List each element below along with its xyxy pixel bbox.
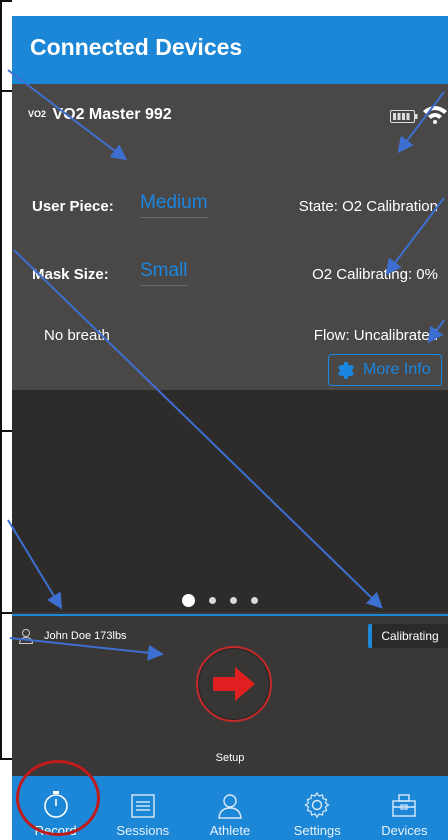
tab-devices[interactable]: Devices [361,776,448,840]
tab-devices-label: Devices [381,823,428,838]
app-screen: Connected Devices VO2 VO2 Master 992 Use… [12,16,448,840]
breath-status: No breath [44,327,110,344]
page-dot-1[interactable] [182,594,195,607]
device-card[interactable]: VO2 VO2 Master 992 User Piece: Medium Ma… [12,84,448,390]
record-panel: John Doe 173lbs Calibrating Setup [12,616,448,776]
page-dot-2[interactable] [209,597,216,604]
vo2-logo: VO2 [28,109,47,119]
highlight-circle [16,760,100,836]
person-icon [18,629,34,644]
battery-icon [390,110,418,123]
athlete-selector[interactable]: John Doe 173lbs [18,628,127,644]
o2-calibration-status: O2 Calibrating: 0% [312,266,438,283]
page-dot-4[interactable] [251,597,258,604]
mask-size-select[interactable]: Small [140,260,188,286]
tab-sessions[interactable]: Sessions [99,776,186,840]
more-info-button[interactable]: More Info [328,354,442,386]
setup-button[interactable] [196,646,272,722]
frame-line-mid2 [0,430,12,432]
tab-athlete-label: Athlete [209,823,251,838]
tab-athlete[interactable]: Athlete [186,776,273,840]
device-name-label: VO2 Master 992 [52,106,172,123]
person-icon [218,794,242,819]
tab-sessions-label: Sessions [116,823,170,838]
page-indicator[interactable] [182,594,258,607]
top-app-bar: Connected Devices [12,16,448,84]
graph-area [12,390,448,612]
page-dot-3[interactable] [230,597,237,604]
user-piece-label: User Piece: [32,198,114,215]
setup-label: Setup [215,752,245,764]
frame-line-mid1 [0,90,12,92]
gear-icon [338,362,354,379]
more-info-label: More Info [363,361,431,378]
page-title: Connected Devices [30,34,243,60]
calibrating-badge: Calibrating [368,624,448,648]
user-piece-select[interactable]: Medium [140,192,208,218]
athlete-name: John Doe 173lbs [44,630,127,642]
frame-line-bottom [0,758,12,760]
device-name: VO2 VO2 Master 992 [28,106,172,124]
frame-line-top [0,0,12,2]
state-status: State: O2 Calibration [298,198,438,215]
wifi-icon [423,106,447,124]
frame-line-mid3 [0,612,12,614]
list-icon [131,794,155,818]
calibrating-label: Calibrating [381,629,439,643]
mask-size-label: Mask Size: [32,266,109,283]
tab-settings[interactable]: Settings [274,776,361,840]
flow-status: Flow: Uncalibrated [313,327,438,344]
frame-line-left [0,0,2,760]
arrow-right-icon [213,667,255,701]
tab-settings-label: Settings [293,823,341,838]
gear-icon [304,791,330,819]
device-case-icon [392,794,417,817]
